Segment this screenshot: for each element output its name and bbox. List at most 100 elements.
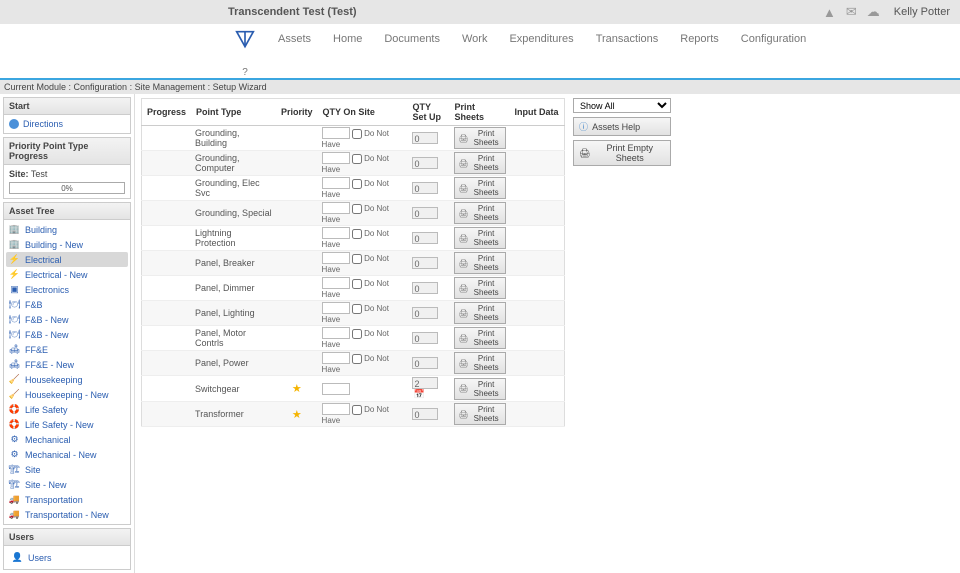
- tree-item[interactable]: ⚡Electrical - New: [6, 267, 128, 282]
- nav-transactions[interactable]: Transactions: [596, 33, 659, 45]
- print-icon: 🖨: [459, 284, 469, 293]
- calendar-icon[interactable]: 📅: [414, 389, 425, 399]
- alert-icon[interactable]: ▲: [823, 5, 836, 20]
- nav-home[interactable]: Home: [333, 33, 362, 45]
- print-sheets-button[interactable]: 🖨Print Sheets: [454, 202, 506, 224]
- tree-item[interactable]: 🏢Building: [6, 222, 128, 237]
- tree-item[interactable]: ⚙Mechanical: [6, 432, 128, 447]
- do-not-have-checkbox[interactable]: [352, 179, 362, 189]
- qty-on-site-input[interactable]: [322, 383, 350, 395]
- do-not-have-checkbox[interactable]: [352, 204, 362, 214]
- col-progress[interactable]: Progress: [142, 99, 192, 126]
- nav-assets[interactable]: Assets: [278, 33, 311, 45]
- tree-item[interactable]: 🛋FF&E - New: [6, 357, 128, 372]
- point-type-cell: Grounding, Elec Svc: [191, 176, 276, 201]
- print-icon: 🖨: [459, 359, 469, 368]
- print-sheets-button[interactable]: 🖨Print Sheets: [454, 127, 506, 149]
- tree-item[interactable]: 🍽F&B - New: [6, 312, 128, 327]
- tree-label: Transportation: [25, 495, 83, 505]
- tree-label: Site - New: [25, 480, 67, 490]
- print-sheets-button[interactable]: 🖨Print Sheets: [454, 378, 506, 400]
- print-sheets-button[interactable]: 🖨Print Sheets: [454, 302, 506, 324]
- start-header: Start: [4, 98, 130, 115]
- table-row: Panel, Motor Contrls Do Not Have0🖨Print …: [142, 326, 565, 351]
- do-not-have-checkbox[interactable]: [352, 405, 362, 415]
- col-input-data[interactable]: Input Data: [510, 99, 565, 126]
- col-qty-set-up[interactable]: QTY Set Up: [408, 99, 450, 126]
- print-sheets-button[interactable]: 🖨Print Sheets: [454, 352, 506, 374]
- users-panel: Users 👤 Users: [3, 528, 131, 570]
- qty-on-site-input[interactable]: [322, 302, 350, 314]
- assets-help-button[interactable]: ⓘ Assets Help: [573, 117, 671, 136]
- print-sheets-button[interactable]: 🖨Print Sheets: [454, 277, 506, 299]
- tree-item[interactable]: 🏢Building - New: [6, 237, 128, 252]
- tree-item[interactable]: 🏗Site - New: [6, 477, 128, 492]
- do-not-have-checkbox[interactable]: [352, 304, 362, 314]
- logo-icon[interactable]: [235, 30, 255, 53]
- qty-on-site-input[interactable]: [322, 403, 350, 415]
- progress-percent: 0%: [61, 184, 73, 193]
- table-row: Panel, Lighting Do Not Have0🖨Print Sheet…: [142, 301, 565, 326]
- tree-label: Housekeeping: [25, 375, 83, 385]
- nav-configuration[interactable]: Configuration: [741, 33, 806, 45]
- print-sheets-button[interactable]: 🖨Print Sheets: [454, 177, 506, 199]
- tree-item[interactable]: 🚚Transportation - New: [6, 507, 128, 522]
- col-qty-on-site[interactable]: QTY On Site: [318, 99, 408, 126]
- right-column: Show All ⓘ Assets Help 🖨 Print Empty She…: [573, 98, 671, 166]
- nav-expenditures[interactable]: Expenditures: [509, 33, 573, 45]
- chat-icon[interactable]: ☁: [867, 4, 880, 20]
- table-row: Grounding, Elec Svc Do Not Have0🖨Print S…: [142, 176, 565, 201]
- print-sheets-button[interactable]: 🖨Print Sheets: [454, 152, 506, 174]
- do-not-have-checkbox[interactable]: [352, 254, 362, 264]
- qty-on-site-input[interactable]: [322, 252, 350, 264]
- tree-item[interactable]: 🧹Housekeeping: [6, 372, 128, 387]
- tree-item[interactable]: ⚡Electrical: [6, 252, 128, 267]
- users-link[interactable]: 👤 Users: [9, 550, 125, 565]
- mail-icon[interactable]: ✉: [846, 4, 857, 20]
- do-not-have-checkbox[interactable]: [352, 229, 362, 239]
- do-not-have-checkbox[interactable]: [352, 154, 362, 164]
- qty-on-site-input[interactable]: [322, 202, 350, 214]
- qty-set-up-value: 0: [412, 357, 438, 369]
- tree-item[interactable]: 🍽F&B - New: [6, 327, 128, 342]
- nav-reports[interactable]: Reports: [680, 33, 719, 45]
- nav-documents[interactable]: Documents: [384, 33, 440, 45]
- table-row: Transformer★ Do Not Have0🖨Print Sheets: [142, 402, 565, 427]
- qty-on-site-input[interactable]: [322, 277, 350, 289]
- print-empty-button[interactable]: 🖨 Print Empty Sheets: [573, 140, 671, 166]
- print-sheets-button[interactable]: 🖨Print Sheets: [454, 252, 506, 274]
- print-label: Print Sheets: [472, 304, 501, 322]
- tree-item[interactable]: 🚚Transportation: [6, 492, 128, 507]
- col-print-sheets[interactable]: Print Sheets: [450, 99, 510, 126]
- do-not-have-checkbox[interactable]: [352, 329, 362, 339]
- tree-item[interactable]: 🛋FF&E: [6, 342, 128, 357]
- print-sheets-button[interactable]: 🖨Print Sheets: [454, 327, 506, 349]
- print-sheets-button[interactable]: 🖨Print Sheets: [454, 403, 506, 425]
- qty-on-site-input[interactable]: [322, 227, 350, 239]
- nav-work[interactable]: Work: [462, 33, 487, 45]
- qty-on-site-input[interactable]: [322, 352, 350, 364]
- user-name[interactable]: Kelly Potter: [894, 6, 950, 18]
- col-priority[interactable]: Priority: [276, 99, 318, 126]
- do-not-have-checkbox[interactable]: [352, 279, 362, 289]
- print-icon: 🖨: [459, 159, 469, 168]
- ppt-header: Priority Point Type Progress: [4, 138, 130, 165]
- col-point-type[interactable]: Point Type: [191, 99, 276, 126]
- do-not-have-checkbox[interactable]: [352, 354, 362, 364]
- tree-item[interactable]: ▣Electronics: [6, 282, 128, 297]
- qty-on-site-input[interactable]: [322, 127, 350, 139]
- filter-dropdown[interactable]: Show All: [573, 98, 671, 113]
- tree-item[interactable]: 🍽F&B: [6, 297, 128, 312]
- tree-item[interactable]: 🏗Site: [6, 462, 128, 477]
- qty-on-site-input[interactable]: [322, 327, 350, 339]
- directions-link[interactable]: Directions: [9, 119, 125, 129]
- tree-item[interactable]: ⚙Mechanical - New: [6, 447, 128, 462]
- tree-item[interactable]: 🛟Life Safety: [6, 402, 128, 417]
- tree-item[interactable]: 🧹Housekeeping - New: [6, 387, 128, 402]
- qty-on-site-input[interactable]: [322, 152, 350, 164]
- print-sheets-button[interactable]: 🖨Print Sheets: [454, 227, 506, 249]
- help-icon[interactable]: ?: [242, 67, 248, 78]
- tree-item[interactable]: 🛟Life Safety - New: [6, 417, 128, 432]
- qty-on-site-input[interactable]: [322, 177, 350, 189]
- do-not-have-checkbox[interactable]: [352, 129, 362, 139]
